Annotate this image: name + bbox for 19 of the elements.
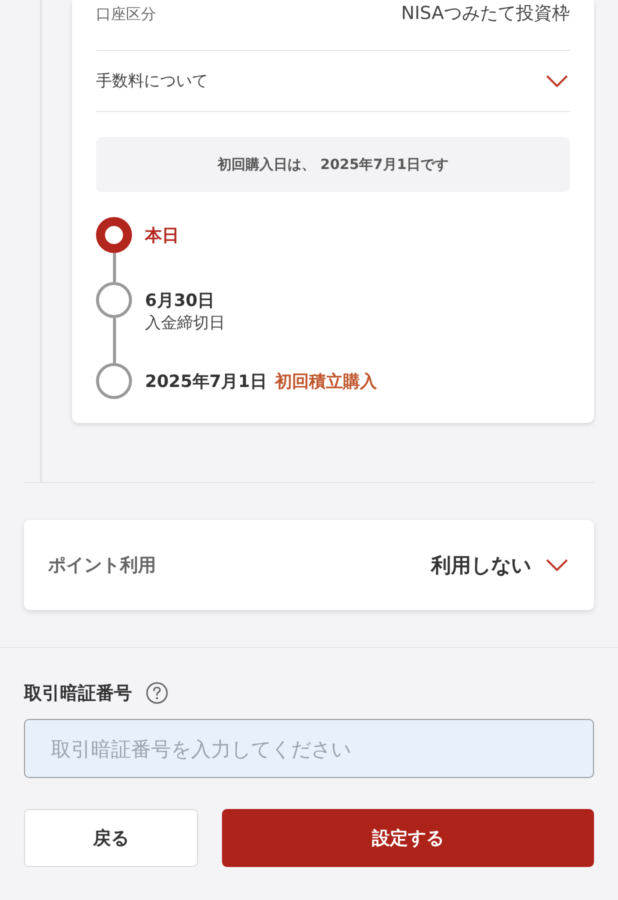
pin-input-field[interactable]: 取引暗証番号を入力してください (24, 719, 594, 778)
point-usage-value: 利用しない (431, 552, 531, 578)
timeline-date: 本日 (145, 224, 179, 246)
timeline-connector (112, 318, 116, 363)
timeline-date: 2025年7月1日 (145, 370, 267, 392)
point-usage-label: ポイント利用 (48, 554, 156, 577)
help-icon[interactable] (146, 682, 168, 704)
pin-label: 取引暗証番号 (24, 682, 132, 705)
point-usage-select[interactable]: ポイント利用 利用しない (24, 520, 594, 610)
timeline-connector (112, 253, 116, 282)
timeline-tag: 初回積立購入 (274, 370, 377, 392)
first-purchase-notice: 初回購入日は、 2025年7月1日です (96, 137, 570, 192)
account-type-value: NISAつみたて投資枠 (401, 2, 570, 26)
back-button[interactable]: 戻る (24, 809, 198, 867)
submit-button[interactable]: 設定する (222, 809, 594, 867)
timeline-date: 6月30日 (145, 290, 214, 312)
fee-toggle[interactable]: 手数料について (96, 51, 570, 112)
account-type-label: 口座区分 (96, 4, 156, 25)
timeline-note: 入金締切日 (145, 312, 225, 334)
